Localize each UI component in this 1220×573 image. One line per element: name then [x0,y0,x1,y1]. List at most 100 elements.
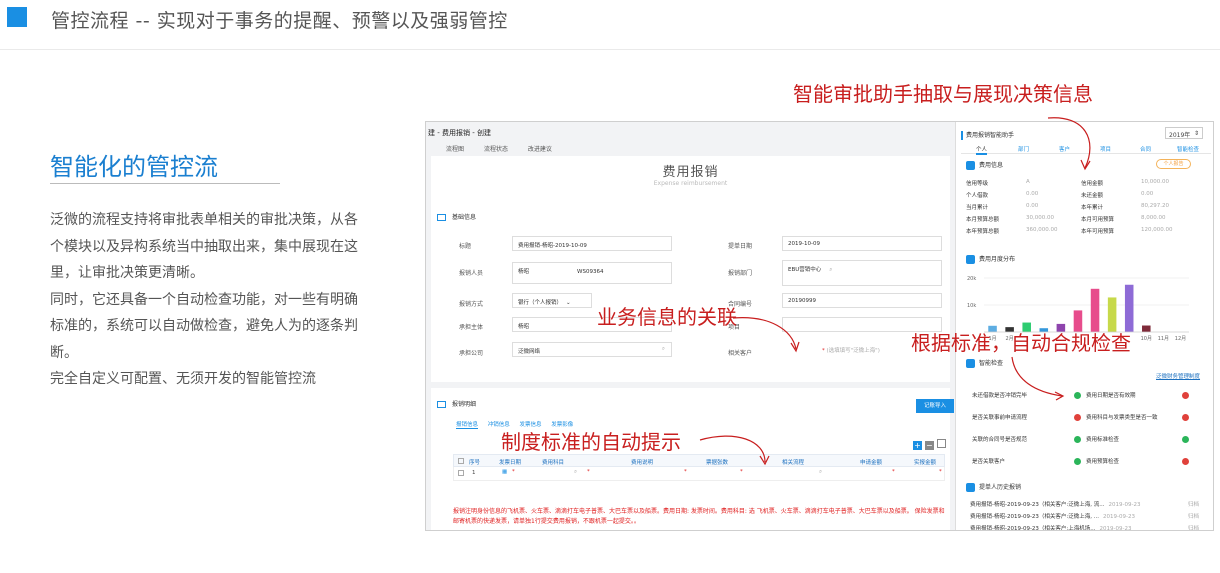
project-input[interactable] [782,317,942,332]
contract-input[interactable]: 20190999 [782,293,942,308]
dept-label: 报销部门 [728,270,753,277]
form-tabs: 流程图 流程状态 改进建议 [446,144,570,153]
title-input[interactable]: 费用报销-杨昭-2019-10-09 [512,236,672,251]
history-title: 费用报销-杨昭-2019-09-23（相关客户:泛微上海, 流... [970,502,1105,508]
check-section: 智能检查 [966,358,1003,368]
user-icon [966,483,975,492]
annotation-policy-hint: 制度标准的自动提示 [501,430,681,454]
annotation-compliance-check: 根据标准，自动合规检查 [911,331,1131,355]
col-index: 序号 [469,460,481,466]
kv-key: 本年可用预算 [1081,229,1115,235]
tab-reimburse-info[interactable]: 报销信息 [456,422,479,429]
check-status-icon [1074,458,1081,465]
info-icon [437,214,446,221]
date-input[interactable]: 2019-10-09 [782,236,942,251]
check-item: 费用科目与发票类型是否一致 [1086,415,1158,421]
row-index: 1 [472,470,476,476]
chevron-updown-icon: ⇕ [1193,130,1199,137]
heading-divider [50,183,280,184]
kv-key: 本月可用预算 [1081,217,1115,223]
copy-row-icon[interactable] [936,439,946,448]
form-subtitle: Expense reimbursement [653,180,728,187]
table-tools: + − [913,439,946,451]
tab-flowchart[interactable]: 流程图 [446,146,464,153]
col-ticket-count: 票据张数 [706,460,729,466]
year-select[interactable]: 2019年 ⇕ [1165,127,1203,139]
kv-key: 未还金额 [1081,193,1104,199]
title-label: 标题 [459,243,472,250]
history-item[interactable]: 费用报销-杨昭-2019-09-23（相关客户:上海机场... 2019-09-2… [970,524,1199,531]
required-mark: * [512,469,515,475]
tab-invoice-info[interactable]: 发票信息 [520,422,542,428]
table-header: 序号 发票日期 费用科目 费用说明 票据张数 相关流程 申请金额 实报金额 [453,454,945,467]
history-title: 费用报销-杨昭-2019-09-23（相关客户:泛微上海, ... [970,514,1100,520]
kv-key: 本年预算总额 [966,229,1000,235]
check-shield-icon [966,359,975,368]
required-mark: * [587,469,590,475]
search-icon: ⌕ [829,267,833,273]
tab-flow-status[interactable]: 流程状态 [484,146,508,153]
dept-input[interactable]: EBU营销中心 ⌕ [782,260,942,286]
fee-section: 费用信息 [966,160,1003,170]
import-button[interactable]: 记账导入 [916,399,954,413]
search-icon: ⌕ [574,469,578,475]
select-all-checkbox[interactable] [458,458,464,464]
add-row-icon[interactable]: + [913,441,922,450]
money-icon [966,161,975,170]
kv-value: 80,297.20 [1141,203,1169,209]
bar-8月 [1107,297,1117,332]
section-description: 泛微的流程支持将审批表单相关的审批决策，从各个模块以及异构系统当中抽取出来，集中… [50,207,365,393]
history-item[interactable]: 费用报销-杨昭-2019-09-23（相关客户:泛微上海, ... 2019-09… [970,512,1199,520]
tab-invoice-image[interactable]: 发票影像 [551,422,573,428]
customer-label: 相关客户 [728,350,753,357]
detail-tabs: 报销信息 冲销信息 发票信息 发票影像 [456,420,581,429]
personal-report-tag[interactable]: 个人报告 [1156,159,1191,169]
kv-value: 0.00 [1141,191,1154,197]
tab-smart-check[interactable]: 智能检查 [1177,145,1199,153]
history-item[interactable]: 费用报销-杨昭-2019-09-23（相关客户:泛微上海, 流... 2019-0… [970,500,1199,508]
method-label: 报销方式 [459,301,484,308]
row-checkbox[interactable] [458,470,464,476]
annotation-business-link: 业务信息的关联 [597,305,737,329]
x-tick-label: 11月 [1158,336,1169,342]
tab-personal[interactable]: 个人 [976,145,988,155]
assistant-panel: 费用报销智能助手 2019年 ⇕ 个人 部门 客户 项目 合同 智能检查 费用信息… [955,122,1213,531]
annotation-decision-info: 智能审批助手抽取与展现决策信息 [793,82,1093,106]
company-input[interactable]: 泛微网络 ⌕ [512,342,672,357]
tab-suggestions[interactable]: 改进建议 [528,146,552,153]
person-label: 报销人员 [459,270,484,277]
person-input[interactable]: 杨昭 WS09364 [512,262,672,284]
form-title: 费用报销 [662,165,719,180]
method-select[interactable]: 银行（个人报销） ⌄ [512,293,592,308]
chart-icon [966,255,975,264]
remove-row-icon[interactable]: − [924,441,934,450]
kv-value: A [1026,179,1030,185]
kv-value: 120,000.00 [1141,227,1173,233]
history-section: 提单人历史报销 [966,482,1021,492]
col-related-flow: 相关流程 [782,460,805,466]
policy-link[interactable]: 泛微财务管理制度 [1156,372,1200,380]
kv-key: 当月累计 [966,205,989,211]
tab-dept[interactable]: 部门 [1018,145,1029,153]
check-item: 费用日期是否有效期 [1086,393,1136,399]
tab-writeoff-info[interactable]: 冲销信息 [488,422,510,428]
tab-project[interactable]: 项目 [1100,145,1111,153]
header-square-icon [7,7,27,27]
bar-7月 [1090,288,1100,332]
form-window-title: 建 - 费用报销 - 创建 [428,129,491,137]
search-icon: ⌕ [819,469,823,475]
kv-value: 0.00 [1026,203,1039,209]
required-mark: * [740,469,743,475]
col-apply-amount: 申请金额 [860,460,883,466]
check-status-icon [1182,414,1189,421]
fee-right-item: 未还金额 0.00 [1081,191,1153,199]
bar-9月 [1124,284,1134,332]
history-date: 2019-09-23 [1108,502,1141,508]
tab-contract[interactable]: 合同 [1140,145,1151,153]
check-item: 费用标准检查 [1086,437,1120,443]
x-tick-label: 12月 [1175,336,1186,342]
table-row[interactable]: 1 ▦ * ⌕ * * * ⌕ * * [453,467,945,481]
tab-customer[interactable]: 客户 [1059,145,1070,153]
history-date: 2019-09-23 [1099,526,1132,531]
date-label: 提单日期 [728,243,753,250]
